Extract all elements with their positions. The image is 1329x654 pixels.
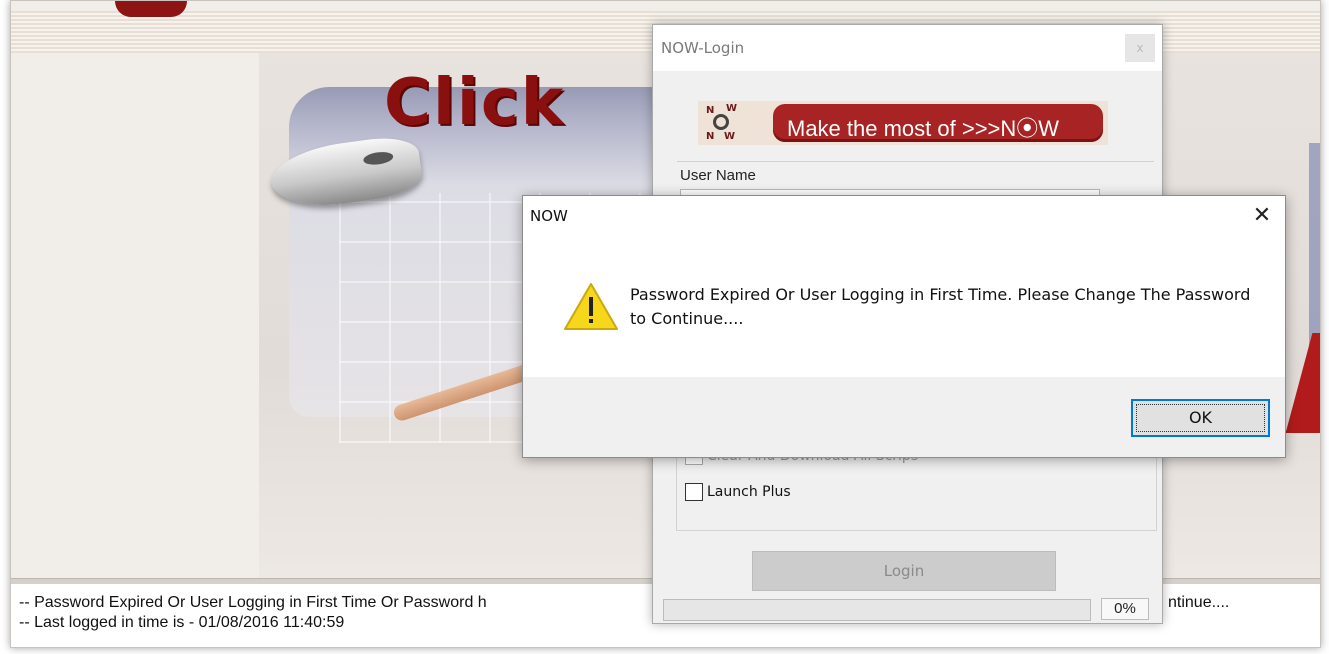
- status-line-last-login: -- Last logged in time is - 01/08/2016 1…: [19, 614, 345, 631]
- warning-exclamation-bar: [589, 297, 593, 316]
- banner-title: Click: [384, 66, 566, 140]
- logo-eye-icon: [713, 114, 729, 130]
- logo-letter-w-top: W: [726, 103, 738, 114]
- desktop: Click -- Password Expired Or User Loggin…: [0, 0, 1329, 654]
- warning-icon: [564, 283, 618, 330]
- alert-close-button[interactable]: ✕: [1245, 200, 1279, 232]
- now-logo-banner: N W N W Make the most of >>>N⦿W: [698, 101, 1108, 145]
- ok-button[interactable]: OK: [1131, 399, 1270, 437]
- status-line-password-tail: ntinue....: [1168, 594, 1230, 611]
- header-logo-fragment: [115, 1, 187, 17]
- login-header-divider: [677, 161, 1154, 162]
- alert-dialog: NOW ✕ Password Expired Or User Logging i…: [522, 195, 1286, 458]
- tagline-pill: Make the most of >>>N⦿W: [773, 104, 1103, 142]
- logo-letter-n-bottom: N: [706, 131, 715, 142]
- login-window-title: NOW-Login: [661, 39, 745, 57]
- tagline-text: Make the most of >>>N⦿W: [787, 116, 1060, 141]
- warning-exclamation-dot: [589, 319, 593, 323]
- launch-plus-checkbox[interactable]: [685, 483, 703, 501]
- login-button[interactable]: Login: [752, 551, 1056, 591]
- login-progress-bar: [663, 599, 1091, 621]
- username-label: User Name: [680, 167, 756, 184]
- now-logo-icon: N W N W: [704, 103, 740, 143]
- launch-plus-option[interactable]: Launch Plus: [685, 483, 791, 501]
- launch-plus-label: Launch Plus: [707, 484, 791, 500]
- status-line-password: -- Password Expired Or User Logging in F…: [19, 594, 487, 611]
- logo-letter-w-bottom: W: [724, 131, 736, 142]
- alert-body: NOW ✕ Password Expired Or User Logging i…: [523, 196, 1285, 377]
- login-close-button[interactable]: x: [1125, 34, 1155, 62]
- banner-red-graphic: [1285, 333, 1320, 433]
- login-titlebar[interactable]: NOW-Login x: [653, 25, 1162, 71]
- login-progress-percent: 0%: [1101, 598, 1149, 620]
- alert-message: Password Expired Or User Logging in Firs…: [630, 285, 1251, 328]
- logo-letter-n-top: N: [706, 105, 715, 116]
- alert-title: NOW: [530, 207, 568, 225]
